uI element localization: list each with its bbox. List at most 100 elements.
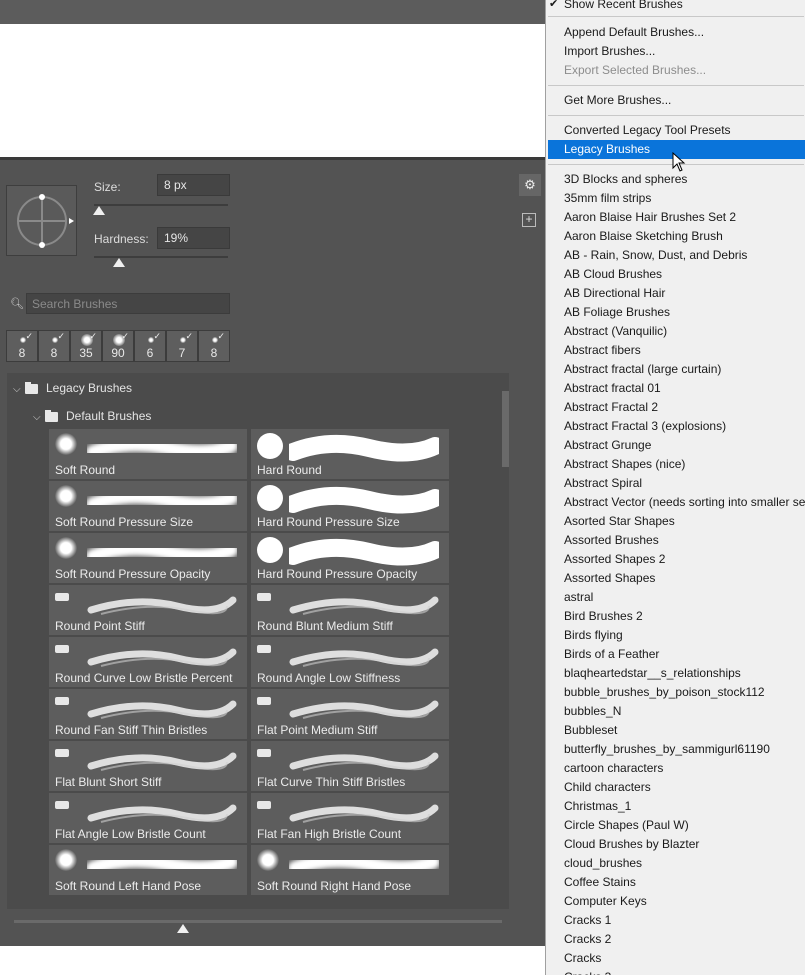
- brush-tile[interactable]: Flat Fan High Bristle Count: [251, 793, 449, 843]
- brush-tile[interactable]: Soft Round: [49, 429, 247, 479]
- new-brush-icon[interactable]: +: [522, 213, 536, 227]
- hardness-label: Hardness:: [94, 232, 149, 246]
- recent-brush-tile[interactable]: ✓ 90: [102, 330, 134, 362]
- brush-name: Soft Round Right Hand Pose: [257, 879, 412, 893]
- brush-tile[interactable]: Round Blunt Medium Stiff: [251, 585, 449, 635]
- menu-item-brush-set[interactable]: Abstract Vector (needs sorting into smal…: [546, 493, 805, 512]
- menu-item-append-default[interactable]: Append Default Brushes...: [546, 23, 805, 42]
- menu-item-brush-set[interactable]: Christmas_1: [546, 797, 805, 816]
- menu-item-brush-set[interactable]: AB Directional Hair: [546, 284, 805, 303]
- hardness-field[interactable]: 19%: [157, 227, 230, 249]
- menu-item-show-recent[interactable]: ✔ Show Recent Brushes: [546, 0, 805, 14]
- menu-item-brush-set[interactable]: Computer Keys: [546, 892, 805, 911]
- brush-name: Flat Angle Low Bristle Count: [55, 827, 206, 841]
- brush-tip-icon: [257, 749, 271, 757]
- menu-item-brush-set[interactable]: Abstract fibers: [546, 341, 805, 360]
- menu-item-brush-set[interactable]: bubble_brushes_by_poison_stock112: [546, 683, 805, 702]
- menu-item-brush-set[interactable]: Coffee Stains: [546, 873, 805, 892]
- preview-size-slider[interactable]: [14, 920, 502, 923]
- menu-item-brush-set[interactable]: butterfly_brushes_by_sammigurl61190: [546, 740, 805, 759]
- menu-item-brush-set[interactable]: Child characters: [546, 778, 805, 797]
- menu-item-brush-set[interactable]: cartoon characters: [546, 759, 805, 778]
- brush-tile[interactable]: Soft Round Pressure Size: [49, 481, 247, 531]
- size-slider-thumb[interactable]: [93, 206, 105, 215]
- brush-tile[interactable]: Round Point Stiff: [49, 585, 247, 635]
- menu-item-brush-set[interactable]: Aaron Blaise Hair Brushes Set 2: [546, 208, 805, 227]
- menu-item-brush-set[interactable]: Assorted Shapes 2: [546, 550, 805, 569]
- recent-brush-tile[interactable]: ✓ 8: [198, 330, 230, 362]
- brush-tile[interactable]: Flat Blunt Short Stiff: [49, 741, 247, 791]
- size-slider-track[interactable]: [94, 204, 228, 206]
- menu-item-brush-set[interactable]: cloud_brushes: [546, 854, 805, 873]
- menu-item-brush-set[interactable]: 3D Blocks and spheres: [546, 170, 805, 189]
- recent-brush-tile[interactable]: ✓ 8: [6, 330, 38, 362]
- recent-brush-tile[interactable]: ✓ 35: [70, 330, 102, 362]
- brush-tile[interactable]: Hard Round Pressure Size: [251, 481, 449, 531]
- search-input[interactable]: Search Brushes: [26, 293, 230, 314]
- menu-item-brush-set[interactable]: Abstract Spiral: [546, 474, 805, 493]
- menu-item-brush-set[interactable]: Cracks: [546, 949, 805, 968]
- chevron-down-icon[interactable]: ⌵: [13, 376, 25, 404]
- tree-scrollbar-thumb[interactable]: [502, 391, 509, 467]
- menu-item-brush-set[interactable]: Abstract fractal 01: [546, 379, 805, 398]
- menu-item-brush-set[interactable]: Abstract Fractal 3 (explosions): [546, 417, 805, 436]
- menu-item-brush-set[interactable]: Cloud Brushes by Blazter: [546, 835, 805, 854]
- preview-size-slider-thumb[interactable]: [177, 924, 189, 933]
- hardness-slider-thumb[interactable]: [113, 258, 125, 267]
- brush-name: Hard Round Pressure Opacity: [257, 567, 418, 581]
- menu-item-brush-set[interactable]: Assorted Brushes: [546, 531, 805, 550]
- menu-item-brush-set[interactable]: Birds flying: [546, 626, 805, 645]
- menu-item-brush-set[interactable]: Abstract Shapes (nice): [546, 455, 805, 474]
- brush-tile[interactable]: Flat Point Medium Stiff: [251, 689, 449, 739]
- chevron-down-icon[interactable]: ⌵: [33, 404, 45, 432]
- menu-item-brush-set[interactable]: AB - Rain, Snow, Dust, and Debris: [546, 246, 805, 265]
- menu-item-brush-set[interactable]: 35mm film strips: [546, 189, 805, 208]
- brush-tile[interactable]: Hard Round Pressure Opacity: [251, 533, 449, 583]
- brush-tile[interactable]: Soft Round Right Hand Pose: [251, 845, 449, 895]
- brush-tile[interactable]: Hard Round: [251, 429, 449, 479]
- tree-folder-legacy[interactable]: ⌵ Legacy Brushes: [13, 374, 132, 402]
- menu-item-import[interactable]: Import Brushes...: [546, 42, 805, 61]
- menu-item-brush-set[interactable]: bubbles_N: [546, 702, 805, 721]
- menu-item-brush-set[interactable]: blaqheartedstar__s_relationships: [546, 664, 805, 683]
- brush-name: Round Angle Low Stiffness: [257, 671, 401, 685]
- menu-item-brush-set[interactable]: Bubbleset: [546, 721, 805, 740]
- menu-item-converted-legacy[interactable]: Converted Legacy Tool Presets: [546, 121, 805, 140]
- brush-name: Soft Round Pressure Opacity: [55, 567, 211, 581]
- menu-item-brush-set[interactable]: Abstract fractal (large curtain): [546, 360, 805, 379]
- size-label: Size:: [94, 180, 121, 194]
- menu-item-brush-set[interactable]: Assorted Shapes: [546, 569, 805, 588]
- brush-name: Flat Curve Thin Stiff Bristles: [257, 775, 406, 789]
- brush-tile[interactable]: Soft Round Left Hand Pose: [49, 845, 247, 895]
- menu-item-brush-set[interactable]: Circle Shapes (Paul W): [546, 816, 805, 835]
- recent-brush-tile[interactable]: ✓ 6: [134, 330, 166, 362]
- brush-tip-icon: [257, 849, 279, 871]
- menu-item-brush-set[interactable]: Abstract (Vanquilic): [546, 322, 805, 341]
- menu-item-brush-set[interactable]: Birds of a Feather: [546, 645, 805, 664]
- brush-tile[interactable]: Flat Curve Thin Stiff Bristles: [251, 741, 449, 791]
- menu-item-brush-set[interactable]: Cracks 1: [546, 911, 805, 930]
- recent-brush-tile[interactable]: ✓ 8: [38, 330, 70, 362]
- recent-brush-tile[interactable]: ✓ 7: [166, 330, 198, 362]
- menu-item-brush-set[interactable]: Cracks 3: [546, 968, 805, 975]
- menu-item-brush-set[interactable]: Abstract Fractal 2: [546, 398, 805, 417]
- menu-item-brush-set[interactable]: Cracks 2: [546, 930, 805, 949]
- gear-icon[interactable]: ⚙: [519, 174, 541, 196]
- menu-item-brush-set[interactable]: AB Foliage Brushes: [546, 303, 805, 322]
- brush-tile[interactable]: Round Fan Stiff Thin Bristles: [49, 689, 247, 739]
- brush-tile[interactable]: Flat Angle Low Bristle Count: [49, 793, 247, 843]
- menu-item-brush-set[interactable]: Abstract Grunge: [546, 436, 805, 455]
- checkmark-icon: ✔: [549, 0, 559, 10]
- menu-item-brush-set[interactable]: Aaron Blaise Sketching Brush: [546, 227, 805, 246]
- brush-tip-preview[interactable]: [6, 185, 77, 256]
- brush-tile[interactable]: Round Angle Low Stiffness: [251, 637, 449, 687]
- menu-item-brush-set[interactable]: astral: [546, 588, 805, 607]
- brush-tile[interactable]: Soft Round Pressure Opacity: [49, 533, 247, 583]
- menu-item-get-more[interactable]: Get More Brushes...: [546, 91, 805, 110]
- tree-folder-default[interactable]: ⌵ Default Brushes: [33, 402, 151, 430]
- menu-item-brush-set[interactable]: Asorted Star Shapes: [546, 512, 805, 531]
- brush-tile[interactable]: Round Curve Low Bristle Percent: [49, 637, 247, 687]
- menu-item-brush-set[interactable]: AB Cloud Brushes: [546, 265, 805, 284]
- menu-item-brush-set[interactable]: Bird Brushes 2: [546, 607, 805, 626]
- size-field[interactable]: 8 px: [157, 174, 230, 196]
